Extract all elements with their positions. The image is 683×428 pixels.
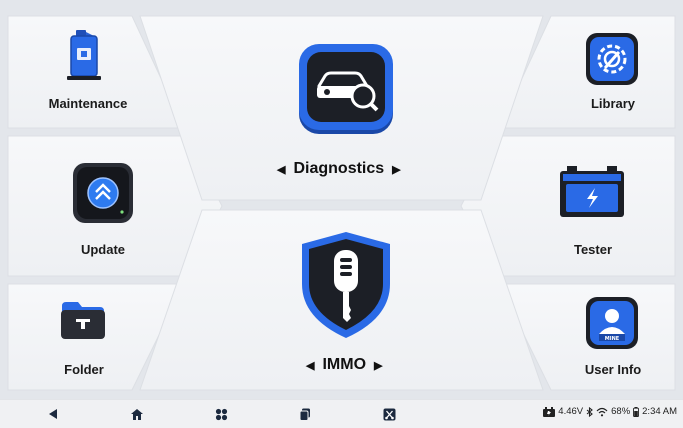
tester-label: Tester [573,242,613,257]
folder-label: Folder [64,362,104,377]
library-tile[interactable]: Library [499,16,675,128]
screenshot-button[interactable] [379,405,399,423]
back-button[interactable] [43,405,63,423]
recent-apps-button[interactable] [295,405,315,423]
update-label: Update [80,242,126,257]
tester-tile[interactable]: Tester [461,136,675,276]
apps-button[interactable] [211,405,231,423]
home-screen: Maintenance Update Folder Library Tester… [0,0,683,427]
navigation-bar: 4.46V 68% 2:34 AM [0,399,683,428]
diagnostics-label: Diagnostics [293,160,385,177]
immo-label-row: ◀ IMMO ▶ [306,356,382,374]
folder-icon [61,302,105,339]
fuel-can-icon [67,30,101,80]
car-key-shield-icon [302,232,390,338]
car-search-icon [299,44,393,134]
home-button[interactable] [127,405,147,423]
apps-grid-icon [215,408,227,420]
immo-next-arrow[interactable]: ▶ [374,359,382,372]
immo-tile[interactable]: ◀ IMMO ▶ [202,210,481,390]
clock: 2:34 AM [642,406,677,417]
wifi-icon [596,407,608,416]
user-mine-icon: MINE [586,297,638,349]
diagnostics-label-row: ◀ Diagnostics ▶ [277,160,401,178]
home-icon [131,408,143,420]
folder-tile[interactable]: Folder [8,284,184,390]
scissors-icon [383,408,395,420]
battery-icon [560,166,624,217]
voltage-readout: 4.46V [558,406,584,417]
vehicle-battery-icon [543,406,556,417]
maintenance-tile[interactable]: Maintenance [8,16,184,128]
maintenance-label: Maintenance [48,96,128,111]
immo-label: IMMO [322,356,367,373]
immo-prev-arrow[interactable]: ◀ [306,359,314,372]
recent-apps-icon [299,408,310,421]
user-info-label: User Info [584,362,642,377]
svg-text:MINE: MINE [605,336,620,342]
update-arrow-icon [73,163,133,223]
gear-wrench-icon [586,33,638,85]
bluetooth-icon [586,406,594,417]
update-tile[interactable]: Update [8,136,222,276]
battery-percent: 68% [611,406,631,417]
diagnostics-next-arrow[interactable]: ▶ [392,163,400,176]
back-icon [49,409,57,419]
diagnostics-prev-arrow[interactable]: ◀ [277,163,285,176]
library-label: Library [590,96,636,111]
user-info-tile[interactable]: MINE User Info [499,284,675,390]
battery-level-icon [633,406,640,417]
diagnostics-tile[interactable]: ◀ Diagnostics ▶ [202,16,481,200]
status-area: 4.46V 68% 2:34 AM [543,406,677,417]
